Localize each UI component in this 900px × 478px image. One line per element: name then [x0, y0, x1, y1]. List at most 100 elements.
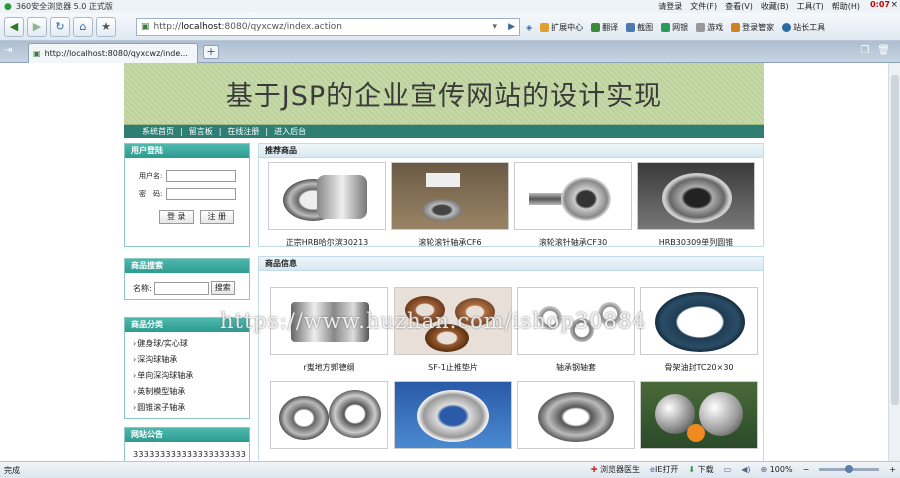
- banking-button[interactable]: 网银: [661, 22, 688, 33]
- page-icon: ▣: [141, 22, 150, 32]
- products-title: 商品信息: [259, 257, 763, 271]
- nav-home[interactable]: 系统首页: [142, 126, 174, 137]
- product-caption[interactable]: r嵬地方郭德纲: [270, 362, 388, 373]
- product-item[interactable]: [640, 381, 758, 456]
- menu-help[interactable]: 帮助(H): [832, 1, 860, 12]
- webmaster-label: 站长工具: [793, 22, 826, 32]
- zoom-in-icon[interactable]: +: [889, 465, 896, 474]
- screenshot-button[interactable]: 截图: [626, 22, 653, 33]
- games-button[interactable]: 游戏: [696, 22, 723, 33]
- dropdown-icon[interactable]: ▾: [492, 22, 497, 32]
- product-image[interactable]: [391, 162, 509, 230]
- download-button[interactable]: ⬇ 下载: [688, 464, 713, 475]
- product-caption[interactable]: HRB30309单列圆锥: [637, 237, 755, 248]
- product-item[interactable]: [394, 381, 512, 456]
- product-image[interactable]: [640, 381, 758, 449]
- recommended-product[interactable]: HRB30309单列圆锥: [637, 162, 755, 248]
- login-button[interactable]: 登 录: [159, 210, 194, 224]
- refresh-button[interactable]: ↻: [50, 16, 70, 37]
- product-item[interactable]: r嵬地方郭德纲: [270, 287, 388, 373]
- category-item[interactable]: 英制模型轴承: [133, 384, 249, 400]
- window-icon[interactable]: ▭: [724, 465, 732, 474]
- product-caption[interactable]: 滚轮滚针轴承CF30: [514, 237, 632, 248]
- username-input[interactable]: [166, 170, 236, 182]
- category-box: 商品分类 健身球/实心球 深沟球轴承 单向深沟球轴承 英制模型轴承 圆锥滚子轴承: [124, 317, 250, 419]
- vertical-scrollbar[interactable]: [888, 63, 900, 461]
- trash-icon[interactable]: 🗑: [877, 45, 890, 56]
- product-image[interactable]: [394, 381, 512, 449]
- nav-admin[interactable]: 进入后台: [274, 126, 306, 137]
- zoom-button[interactable]: ⊕ 100%: [760, 465, 792, 474]
- recommended-product[interactable]: 正宗HRB哈尔滨30213: [268, 162, 386, 248]
- ie-open-button[interactable]: eIE打开: [650, 464, 678, 475]
- tab-bar: ⇥ ▣ http://localhost:8080/qyxcwz/inde...…: [0, 41, 900, 63]
- go-icon[interactable]: ▶: [508, 22, 515, 32]
- product-image[interactable]: [640, 287, 758, 355]
- product-caption[interactable]: 骨架油封TC20×30: [640, 362, 758, 373]
- home-button[interactable]: ⌂: [73, 16, 93, 37]
- product-caption[interactable]: 正宗HRB哈尔滨30213: [268, 237, 386, 248]
- product-image[interactable]: [270, 381, 388, 449]
- nav-guestbook[interactable]: 留言板: [189, 126, 213, 137]
- new-tab-button[interactable]: +: [203, 45, 219, 59]
- category-item[interactable]: 深沟球轴承: [133, 352, 249, 368]
- site-nav: 系统首页 | 留言板 | 在线注册 | 进入后台: [124, 125, 764, 138]
- webmaster-tools-button[interactable]: 站长工具: [782, 22, 825, 33]
- product-item[interactable]: 轴承钢轴套: [517, 287, 635, 373]
- restore-tab-icon[interactable]: ❐: [860, 45, 869, 56]
- category-list: 健身球/实心球 深沟球轴承 单向深沟球轴承 英制模型轴承 圆锥滚子轴承: [133, 336, 249, 416]
- category-box-title: 商品分类: [125, 318, 249, 332]
- menu-file[interactable]: 文件(F): [690, 1, 717, 12]
- product-image[interactable]: [637, 162, 755, 230]
- translate-button[interactable]: 翻译: [591, 22, 618, 33]
- screenshot-icon: [626, 22, 636, 32]
- product-image[interactable]: [517, 287, 635, 355]
- password-input[interactable]: [166, 188, 236, 200]
- volume-icon[interactable]: ◀): [741, 465, 750, 474]
- forward-button[interactable]: ▶: [27, 16, 47, 37]
- scrollbar-thumb[interactable]: [891, 75, 899, 405]
- category-item[interactable]: 圆锥滚子轴承: [133, 400, 249, 416]
- product-image[interactable]: [394, 287, 512, 355]
- product-item[interactable]: SF-1止推垫片: [394, 287, 512, 373]
- recommended-product[interactable]: 滚轮滚针轴承CF6: [391, 162, 509, 248]
- back-button[interactable]: ◀: [4, 16, 24, 37]
- sidebar-toggle-icon[interactable]: ⇥: [4, 45, 20, 59]
- product-item[interactable]: [517, 381, 635, 456]
- product-image[interactable]: [517, 381, 635, 449]
- register-button[interactable]: 注 册: [199, 210, 235, 224]
- product-image[interactable]: [514, 162, 632, 230]
- address-path: :8080/qyxcwz/index.action: [221, 22, 342, 32]
- menu-favorites[interactable]: 收藏(B): [761, 1, 789, 12]
- product-caption[interactable]: 滚轮滚针轴承CF6: [391, 237, 509, 248]
- menu-login[interactable]: 请登录: [658, 1, 682, 12]
- address-bar[interactable]: ▣ http://localhost:8080/qyxcwz/index.act…: [136, 18, 520, 36]
- login-manager-button[interactable]: 登录管家: [731, 22, 774, 33]
- search-button[interactable]: 搜索: [210, 281, 235, 295]
- extensions-button[interactable]: 扩展中心: [540, 22, 583, 33]
- doctor-icon: ✚: [590, 465, 598, 474]
- zoom-out-icon[interactable]: −: [803, 465, 810, 474]
- category-item[interactable]: 单向深沟球轴承: [133, 368, 249, 384]
- product-item[interactable]: [270, 381, 388, 456]
- product-image[interactable]: [270, 287, 388, 355]
- nav-register[interactable]: 在线注册: [227, 126, 259, 137]
- menu-view[interactable]: 查看(V): [725, 1, 753, 12]
- username-label: 用户名:: [139, 172, 163, 180]
- tab-active[interactable]: ▣ http://localhost:8080/qyxcwz/inde...: [28, 43, 198, 63]
- browser-doctor-button[interactable]: ✚ 浏览器医生: [591, 464, 640, 475]
- favorite-star-button[interactable]: ★: [96, 16, 116, 37]
- zoom-slider-knob[interactable]: [845, 465, 854, 473]
- product-caption[interactable]: SF-1止推垫片: [394, 362, 512, 373]
- search-input[interactable]: [153, 281, 209, 295]
- category-item[interactable]: 健身球/实心球: [133, 336, 249, 352]
- zoom-slider[interactable]: [819, 465, 880, 473]
- shield-button[interactable]: ◈: [526, 23, 532, 32]
- menu-tools[interactable]: 工具(T): [797, 1, 824, 12]
- product-image[interactable]: [268, 162, 386, 230]
- recommended-product[interactable]: 滚轮滚针轴承CF30: [514, 162, 632, 248]
- close-window-button[interactable]: ×: [890, 0, 898, 10]
- product-item[interactable]: 骨架油封TC20×30: [640, 287, 758, 373]
- page-favicon-icon: ▣: [33, 49, 41, 58]
- product-caption[interactable]: 轴承钢轴套: [517, 362, 635, 373]
